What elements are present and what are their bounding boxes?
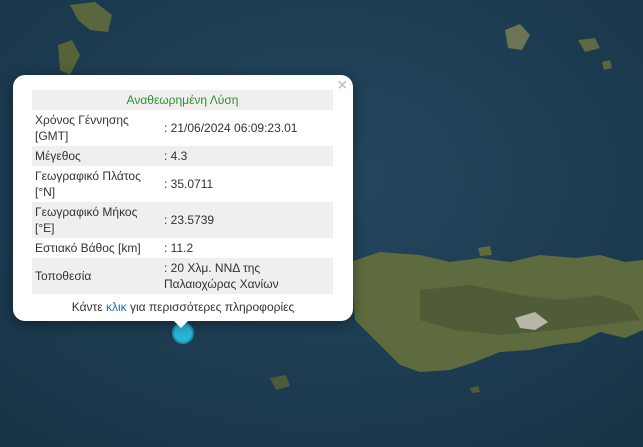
earthquake-popup: × Αναθεωρημένη Λύση Χρόνος Γέννησης [GMT…	[13, 75, 353, 321]
row-value: : 21/06/2024 06:09:23.01	[164, 121, 298, 135]
row-value: : 35.0711	[164, 177, 214, 191]
solution-title: Αναθεωρημένη Λύση	[32, 90, 333, 110]
table-row: Γεωγραφικό Μήκος [°E] : 23.5739	[32, 202, 333, 238]
row-value: : 23.5739	[161, 202, 333, 238]
earthquake-info-table: Αναθεωρημένη Λύση Χρόνος Γέννησης [GMT] …	[32, 90, 333, 294]
more-info-line: Κάντε κλικ για περισσότερες πληροφορίες	[32, 299, 334, 315]
table-row: Αναθεωρημένη Λύση	[32, 90, 333, 110]
table-row: Χρόνος Γέννησης [GMT] : 21/06/2024 06:09…	[32, 110, 333, 146]
more-info-link[interactable]: κλικ	[106, 300, 127, 314]
table-row: Τοποθεσία : 20 Χλμ. ΝΝΔ της Παλαιοχώρας …	[32, 258, 333, 294]
row-label: Εστιακό Βάθος [km]	[35, 241, 141, 255]
table-row: Εστιακό Βάθος [km] : 11.2	[32, 238, 333, 258]
row-value: : 20 Χλμ. ΝΝΔ της Παλαιοχώρας Χανίων	[161, 258, 333, 294]
close-icon[interactable]: ×	[338, 78, 347, 94]
row-label: Γεωγραφικό Μήκος [°E]	[32, 202, 161, 238]
table-row: Μέγεθος : 4.3	[32, 146, 333, 166]
more-prefix: Κάντε	[71, 300, 106, 314]
row-value: : 4.3	[161, 146, 333, 166]
row-label: Μέγεθος	[32, 146, 161, 166]
table-row: Γεωγραφικό Πλάτος [°N] : 35.0711	[32, 166, 333, 202]
row-value: : 11.2	[164, 241, 194, 255]
more-suffix: για περισσότερες πληροφορίες	[126, 300, 295, 314]
row-label: Τοποθεσία	[32, 258, 161, 294]
popup-tip	[171, 318, 191, 328]
row-label: Γεωγραφικό Πλάτος [°N]	[35, 169, 141, 199]
row-label: Χρόνος Γέννησης [GMT]	[35, 113, 129, 143]
